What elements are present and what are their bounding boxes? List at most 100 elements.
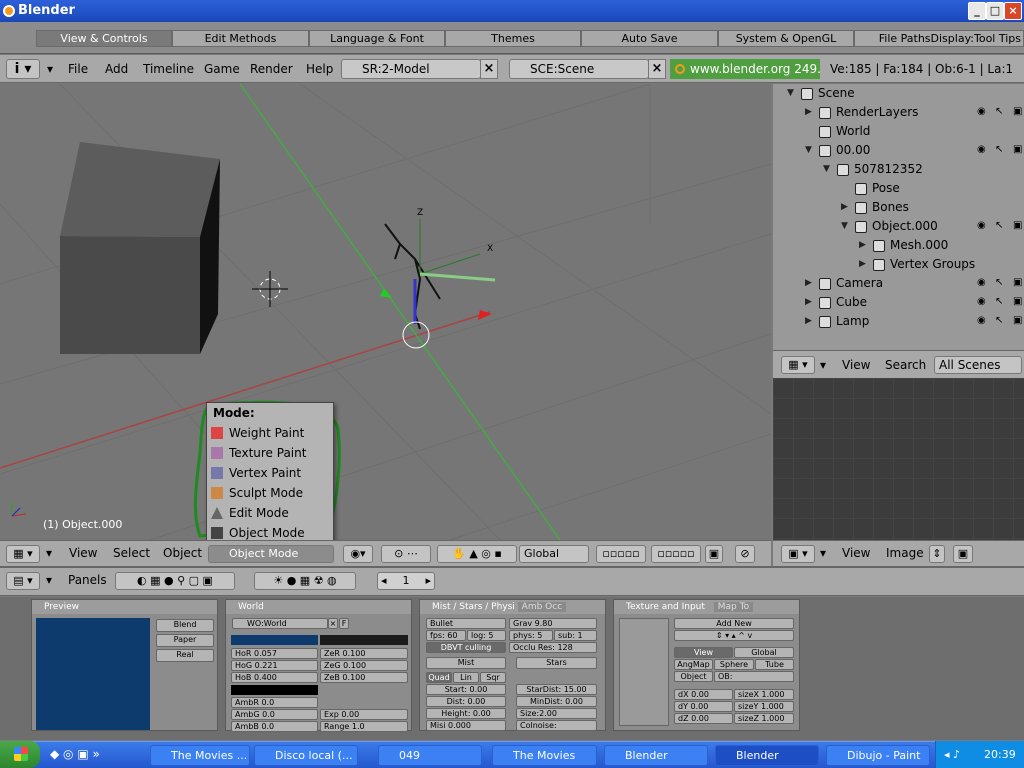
global-coords-button[interactable]: Global bbox=[734, 647, 794, 658]
tab-system-opengl[interactable]: System & OpenGL bbox=[718, 30, 854, 47]
expand-triangle-icon[interactable]: ▶ bbox=[859, 255, 866, 274]
task-blender-1[interactable]: Blender bbox=[604, 745, 708, 766]
zeg-slider[interactable]: ZeG 0.100 bbox=[320, 660, 408, 671]
cube-object[interactable] bbox=[60, 142, 220, 354]
outliner-row[interactable]: ▶ Bones bbox=[773, 198, 1024, 217]
object-coords-button[interactable]: Object bbox=[674, 671, 713, 682]
screen-selector[interactable]: SR:2-Model bbox=[341, 59, 481, 79]
outliner-row[interactable]: ▶ Camera ◉ ↖ ▣ bbox=[773, 274, 1024, 293]
ambb-slider[interactable]: AmbB 0.0 bbox=[231, 721, 318, 732]
outliner-row[interactable]: ▶ Lamp ◉ ↖ ▣ bbox=[773, 312, 1024, 331]
render-icon[interactable]: ▣ bbox=[1013, 316, 1023, 326]
sphere-button[interactable]: Sphere bbox=[714, 659, 754, 670]
expand-triangle-icon[interactable]: ▶ bbox=[805, 312, 812, 331]
outliner-row[interactable]: World bbox=[773, 122, 1024, 141]
pointer-icon[interactable]: ↖ bbox=[995, 145, 1005, 155]
paper-button[interactable]: Paper bbox=[156, 634, 214, 647]
mode-selector[interactable]: Object Mode bbox=[208, 545, 334, 563]
task-blender-2[interactable]: Blender bbox=[715, 745, 819, 766]
start-button[interactable] bbox=[0, 741, 40, 768]
texture-move-buttons[interactable]: ⇕ ▾ ▴ ^ v bbox=[674, 630, 794, 641]
mist-height-field[interactable]: Height: 0.00 bbox=[426, 708, 506, 719]
menu-item-sculpt-mode[interactable]: Sculpt Mode bbox=[207, 483, 335, 503]
image-menu-view[interactable]: View bbox=[842, 546, 870, 560]
angmap-button[interactable]: AngMap bbox=[674, 659, 713, 670]
phys-field[interactable]: phys: 5 bbox=[509, 630, 553, 641]
menu-help[interactable]: Help bbox=[306, 62, 333, 76]
screen-delete-button[interactable]: × bbox=[480, 59, 498, 79]
min-dist-field[interactable]: MinDist: 0.00 bbox=[516, 696, 597, 707]
sqr-button[interactable]: Sqr bbox=[480, 672, 506, 683]
render-icon[interactable]: ▣ bbox=[1013, 278, 1023, 288]
blend-button[interactable]: Blend bbox=[156, 619, 214, 632]
menu-item-edit-mode[interactable]: Edit Mode bbox=[207, 503, 335, 523]
image-window-type-icon[interactable]: ▣ ▾ bbox=[781, 545, 815, 563]
expand-triangle-icon[interactable]: ▶ bbox=[805, 293, 812, 312]
image-editor[interactable] bbox=[773, 378, 1024, 540]
manipulator-icons[interactable]: ✋ ▲ ◎ ▪ bbox=[437, 545, 517, 563]
armature-object[interactable]: Z X bbox=[380, 208, 496, 349]
image-menu-image[interactable]: Image bbox=[886, 546, 924, 560]
menu-file[interactable]: File bbox=[68, 62, 88, 76]
outliner-menu-view[interactable]: View bbox=[842, 358, 870, 372]
pointer-icon[interactable]: ↖ bbox=[995, 278, 1005, 288]
window-type-icon[interactable]: i ▾ bbox=[6, 59, 40, 79]
snap-icon[interactable]: ⊘ bbox=[735, 545, 755, 563]
star-size-slider[interactable]: Size:2.00 bbox=[516, 708, 597, 719]
mist-start-field[interactable]: Start: 0.00 bbox=[426, 684, 506, 695]
ambient-color-swatch[interactable] bbox=[231, 685, 318, 695]
texture-channel-list[interactable] bbox=[619, 618, 669, 726]
pointer-icon[interactable]: ↖ bbox=[995, 107, 1005, 117]
outliner-row[interactable]: Pose bbox=[773, 179, 1024, 198]
eye-icon[interactable]: ◉ bbox=[977, 297, 987, 307]
grav-slider[interactable]: Grav 9.80 bbox=[509, 618, 597, 629]
ambr-slider[interactable]: AmbR 0.0 bbox=[231, 697, 318, 708]
tray-icons[interactable]: ◂ ♪ bbox=[944, 741, 960, 768]
minimize-button[interactable]: _ bbox=[968, 2, 986, 20]
expand-triangle-icon[interactable]: ▶ bbox=[841, 198, 848, 217]
sizex-field[interactable]: sizeX 1.000 bbox=[734, 689, 794, 700]
eye-icon[interactable]: ◉ bbox=[977, 145, 987, 155]
scene-delete-button[interactable]: × bbox=[648, 59, 666, 79]
dx-field[interactable]: dX 0.00 bbox=[674, 689, 733, 700]
world-fake-user-button[interactable]: F bbox=[339, 618, 349, 629]
map-to-tab[interactable]: Map To bbox=[713, 602, 754, 612]
world-name-field[interactable]: WO:World bbox=[232, 618, 328, 629]
real-button[interactable]: Real bbox=[156, 649, 214, 662]
misi-slider[interactable]: Misi 0.000 bbox=[426, 720, 506, 731]
menu-select[interactable]: Select bbox=[113, 546, 150, 560]
tab-language-font[interactable]: Language & Font bbox=[309, 30, 445, 47]
colnoise-slider[interactable]: Colnoise: bbox=[516, 720, 597, 731]
tab-view-controls[interactable]: View & Controls bbox=[36, 30, 172, 47]
occlu-res-field[interactable]: Occlu Res: 128 bbox=[509, 642, 597, 653]
stars-toggle[interactable]: Stars bbox=[516, 657, 597, 669]
lin-button[interactable]: Lin bbox=[453, 672, 479, 683]
menu-render[interactable]: Render bbox=[250, 62, 293, 76]
task-the-movies-1[interactable]: The Movies ... bbox=[150, 745, 250, 766]
tab-auto-save[interactable]: Auto Save bbox=[581, 30, 718, 47]
range-slider[interactable]: Range 1.0 bbox=[320, 721, 408, 732]
outliner-scope-selector[interactable]: All Scenes bbox=[934, 356, 1022, 374]
buttons-window-type-icon[interactable]: ▤ ▾ bbox=[6, 572, 40, 590]
collapse-triangle-icon[interactable]: ▼ bbox=[805, 141, 812, 160]
zeb-slider[interactable]: ZeB 0.100 bbox=[320, 672, 408, 683]
star-dist-field[interactable]: StarDist: 15.00 bbox=[516, 684, 597, 695]
exp-slider[interactable]: Exp 0.00 bbox=[320, 709, 408, 720]
world-delete-button[interactable]: × bbox=[328, 618, 338, 629]
outliner-row[interactable]: ▶ Cube ◉ ↖ ▣ bbox=[773, 293, 1024, 312]
pointer-icon[interactable]: ↖ bbox=[995, 316, 1005, 326]
object-name-field[interactable]: OB: bbox=[714, 671, 794, 682]
eye-icon[interactable]: ◉ bbox=[977, 316, 987, 326]
menu-item-weight-paint[interactable]: Weight Paint bbox=[207, 423, 335, 443]
grid-window-type-icon[interactable]: ▦ ▾ bbox=[6, 545, 40, 563]
outliner-row[interactable]: ▼ Object.000 ◉ ↖ ▣ bbox=[773, 217, 1024, 236]
expand-triangle-icon[interactable]: ▶ bbox=[859, 236, 866, 255]
add-new-texture-button[interactable]: Add New bbox=[674, 618, 794, 629]
ambg-slider[interactable]: AmbG 0.0 bbox=[231, 709, 318, 720]
outliner-row[interactable]: ▶ RenderLayers ◉ ↖ ▣ bbox=[773, 103, 1024, 122]
outliner-row[interactable]: ▼ 00.00 ◉ ↖ ▣ bbox=[773, 141, 1024, 160]
sizez-field[interactable]: sizeZ 1.000 bbox=[734, 713, 794, 724]
physics-engine-selector[interactable]: Bullet bbox=[426, 618, 506, 629]
fps-field[interactable]: fps: 60 bbox=[426, 630, 466, 641]
tube-button[interactable]: Tube bbox=[755, 659, 794, 670]
